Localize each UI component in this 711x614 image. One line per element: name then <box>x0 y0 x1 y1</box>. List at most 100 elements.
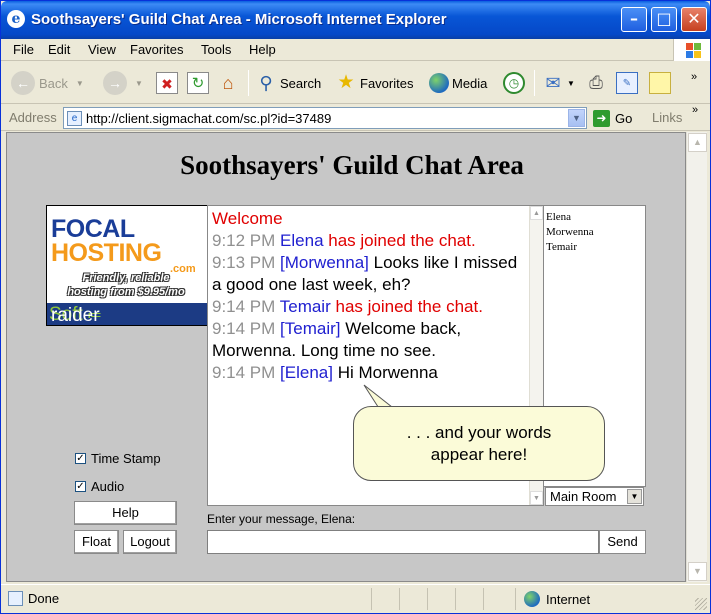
discuss-button[interactable] <box>649 68 674 98</box>
search-icon: ⚲ <box>259 73 273 93</box>
chat-time: 9:14 PM <box>212 297 276 316</box>
history-icon: ◷ <box>503 72 525 94</box>
status-text: Done <box>8 591 59 606</box>
timestamp-check-icon: ✓ <box>75 453 86 464</box>
user-list-item[interactable]: Temair <box>546 240 643 255</box>
address-dropdown-icon[interactable]: ▼ <box>568 109 585 127</box>
toolbar-overflow-chevron-icon[interactable]: » <box>691 62 697 92</box>
bubble-line-2: appear here! <box>430 445 528 464</box>
chat-time: 9:14 PM <box>212 363 276 382</box>
home-button[interactable]: ⌂ <box>217 68 242 98</box>
user-list-item[interactable]: Elena <box>546 210 643 225</box>
search-label: Search <box>280 75 322 91</box>
ad-hosting-text: HOSTING <box>51 239 162 267</box>
chat-time: 9:13 PM <box>212 253 276 272</box>
menu-tools[interactable]: Tools <box>201 42 231 57</box>
message-prompt: Enter your message, Elena: <box>207 512 356 526</box>
forward-button[interactable]: → ▼ <box>103 68 143 98</box>
status-done: Done <box>28 591 60 606</box>
menu-file[interactable]: File <box>13 42 34 57</box>
chat-message: 9:14 PM [Temair] Welcome back, Morwenna.… <box>212 318 527 362</box>
logout-button[interactable]: Logout <box>123 530 177 554</box>
note-icon <box>649 72 671 94</box>
address-input[interactable]: e http://client.sigmachat.com/sc.pl?id=3… <box>63 107 587 129</box>
printer-icon: ⎙ <box>589 73 603 92</box>
edit-button[interactable]: ✎ <box>616 68 641 98</box>
audio-checkbox[interactable]: ✓ Audio <box>75 479 124 494</box>
ad-brand-1: raider <box>51 305 100 326</box>
minimize-button[interactable]: – <box>621 7 647 32</box>
audio-label: Audio <box>91 479 125 494</box>
edit-icon: ✎ <box>616 72 638 94</box>
page-scrollbar[interactable]: ▲ ▼ <box>686 132 707 582</box>
ad-tagline-line-1: Friendly, reliable <box>82 272 170 284</box>
history-button[interactable]: ◷ <box>503 68 529 98</box>
close-button[interactable]: ✕ <box>681 7 707 32</box>
menu-help[interactable]: Help <box>249 42 276 57</box>
menu-edit[interactable]: Edit <box>48 42 70 57</box>
forward-arrow-icon: → <box>103 71 127 95</box>
timestamp-label: Time Stamp <box>91 451 161 466</box>
window-title: Soothsayers' Guild Chat Area - Microsoft… <box>31 11 447 28</box>
refresh-button[interactable]: ↻ <box>187 68 212 98</box>
print-button[interactable]: ⎙ <box>585 68 610 98</box>
links-button[interactable]: Links » <box>652 104 698 125</box>
bubble-line-1: . . . and your words <box>406 423 552 442</box>
speech-bubble: . . . and your words appear here! <box>353 406 605 481</box>
raidersoft-logo: raider Soft ≔ <box>47 303 207 326</box>
dropdown-arrow-icon: ▼ <box>75 78 84 88</box>
page-icon: e <box>67 111 82 126</box>
chat-message: 9:14 PM [Elena] Hi Morwenna <box>212 362 527 384</box>
room-select-value: Main Room <box>550 489 617 504</box>
message-input[interactable] <box>207 530 599 554</box>
chat-message: 9:12 PM Elena has joined the chat. <box>212 230 527 252</box>
chat-text: Hi Morwenna <box>337 363 438 382</box>
chat-name: Temair <box>279 297 331 316</box>
user-list-item[interactable]: Morwenna <box>546 225 643 240</box>
back-button[interactable]: ← Back ▼ <box>11 68 84 98</box>
menu-view[interactable]: View <box>88 42 116 57</box>
favorites-button[interactable]: ★ Favorites <box>335 68 413 98</box>
links-chevron-icon: » <box>692 104 699 116</box>
media-button[interactable]: Media <box>429 68 487 98</box>
chat-text: has joined the chat. <box>335 297 483 316</box>
ad-banner[interactable]: FOCAL HOSTING .com Friendly, reliable ho… <box>46 205 208 326</box>
ie-logo-icon: e <box>7 10 25 28</box>
maximize-button[interactable]: □ <box>651 7 677 32</box>
scroll-down-arrow-icon[interactable]: ▼ <box>688 562 707 581</box>
ad-tagline: Friendly, reliable hosting from $9.95/mo <box>47 271 205 299</box>
back-arrow-icon: ← <box>11 71 35 95</box>
security-zone[interactable]: Internet <box>524 591 590 607</box>
chevron-down-icon: ▼ <box>627 489 642 504</box>
status-cell <box>483 588 484 610</box>
menu-favorites[interactable]: Favorites <box>130 42 183 57</box>
favorites-label: Favorites <box>360 75 414 91</box>
send-button[interactable]: Send <box>599 530 646 554</box>
refresh-icon: ↻ <box>187 72 209 94</box>
go-button[interactable]: ➜ Go <box>593 108 632 128</box>
scroll-down-arrow-icon[interactable]: ▼ <box>530 491 543 505</box>
search-button[interactable]: ⚲ Search <box>255 68 321 98</box>
back-label: Back <box>39 75 68 91</box>
scroll-up-arrow-icon[interactable]: ▲ <box>688 133 707 152</box>
stop-button[interactable]: ✖ <box>156 68 181 98</box>
toolbar-separator <box>534 70 535 96</box>
audio-check-icon: ✓ <box>75 481 86 492</box>
menu-bar: File Edit View Favorites Tools Help <box>1 39 710 61</box>
status-cell <box>427 588 428 610</box>
chat-message: 9:13 PM [Morwenna] Looks like I missed a… <box>212 252 527 296</box>
chat-name: [Temair] <box>280 319 341 338</box>
scroll-up-arrow-icon[interactable]: ▲ <box>530 206 543 220</box>
address-url: http://client.sigmachat.com/sc.pl?id=374… <box>86 111 332 126</box>
status-bar: Done Internet <box>1 584 710 613</box>
dropdown-arrow-icon: ▼ <box>567 78 575 88</box>
room-select[interactable]: Main Room ▼ <box>545 487 644 506</box>
mail-icon: ✉ <box>545 73 561 93</box>
resize-grip-icon[interactable] <box>695 598 707 610</box>
status-cell <box>399 588 400 610</box>
float-button[interactable]: Float <box>74 530 119 554</box>
zone-label: Internet <box>546 591 591 607</box>
mail-button[interactable]: ✉ ▼ <box>542 68 575 98</box>
timestamp-checkbox[interactable]: ✓ Time Stamp <box>75 451 161 466</box>
help-button[interactable]: Help <box>74 501 177 525</box>
